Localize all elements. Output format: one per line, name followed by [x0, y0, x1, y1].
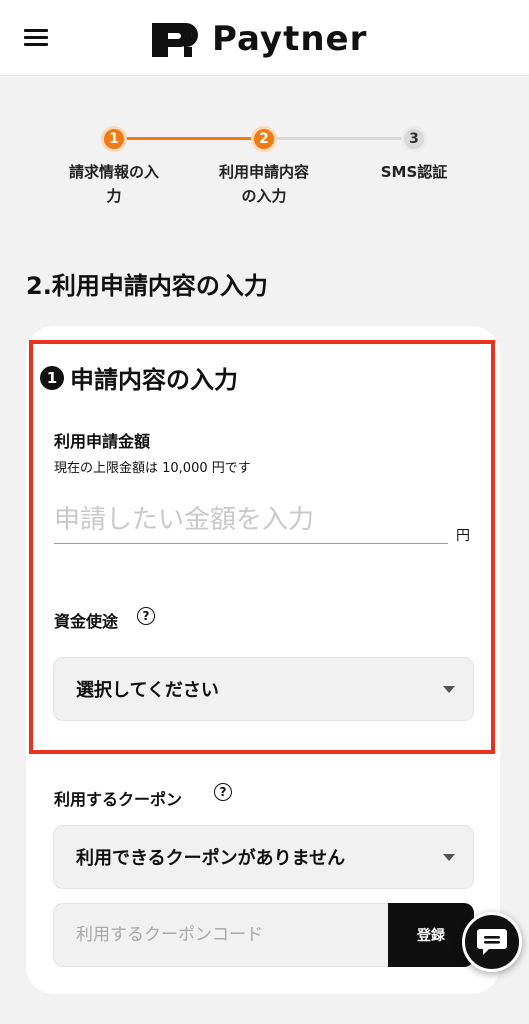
- coupon-code-row: 登録: [53, 903, 474, 967]
- section-number-badge: 1: [40, 365, 64, 390]
- hamburger-menu-icon[interactable]: [24, 28, 48, 48]
- section-heading-text: 申請内容の入力: [70, 366, 238, 394]
- step-1-circle: 1: [101, 126, 127, 152]
- question-circle-icon[interactable]: ?: [214, 783, 232, 801]
- step-3-number: 3: [409, 131, 419, 147]
- chat-button[interactable]: [462, 912, 522, 972]
- coupon-select-value: 利用できるクーポンがありません: [76, 848, 346, 869]
- chat-bubble-icon: [477, 929, 507, 955]
- purpose-select-value: 選択してください: [76, 680, 219, 701]
- coupon-code-input[interactable]: [53, 903, 388, 967]
- coupon-select[interactable]: 利用できるクーポンがありません: [53, 825, 474, 889]
- amount-input[interactable]: [54, 496, 448, 544]
- question-circle-icon[interactable]: ?: [137, 607, 155, 625]
- purpose-label: 資金使途: [54, 612, 119, 631]
- step-3-label: SMS認証: [380, 163, 448, 181]
- step-1-number: 1: [109, 131, 119, 147]
- register-coupon-button[interactable]: 登録: [388, 903, 474, 967]
- paytner-logo-mark: [152, 23, 198, 57]
- amount-limit-note: 現在の上限金額は 10,000 円です: [54, 461, 251, 476]
- amount-unit: 円: [456, 528, 470, 544]
- coupon-label: 利用するクーポン: [54, 790, 183, 809]
- step-connector-2: [276, 137, 402, 140]
- step-3-circle: 3: [401, 126, 427, 152]
- step-2-number: 2: [259, 131, 269, 147]
- step-2-label: 利用申請内容 の入力: [218, 163, 309, 205]
- amount-label: 利用申請金額: [54, 432, 151, 451]
- brand-name: Paytner: [212, 19, 368, 59]
- chevron-down-icon: [443, 854, 455, 861]
- app-header: Paytner: [0, 0, 529, 76]
- brand-logo[interactable]: Paytner: [150, 18, 367, 60]
- step-connector-1: [126, 137, 252, 140]
- step-2-circle: 2: [251, 126, 277, 152]
- progress-stepper: 1 2 3 請求情報の入 力 利用申請内容 の入力 SMS認証: [0, 118, 529, 218]
- section-heading: 1 申請内容の入力: [40, 360, 238, 395]
- step-1-label: 請求情報の入 力: [68, 163, 159, 205]
- chevron-down-icon: [443, 686, 455, 693]
- page-title: 2.利用申請内容の入力: [26, 272, 268, 300]
- purpose-select[interactable]: 選択してください: [53, 657, 474, 721]
